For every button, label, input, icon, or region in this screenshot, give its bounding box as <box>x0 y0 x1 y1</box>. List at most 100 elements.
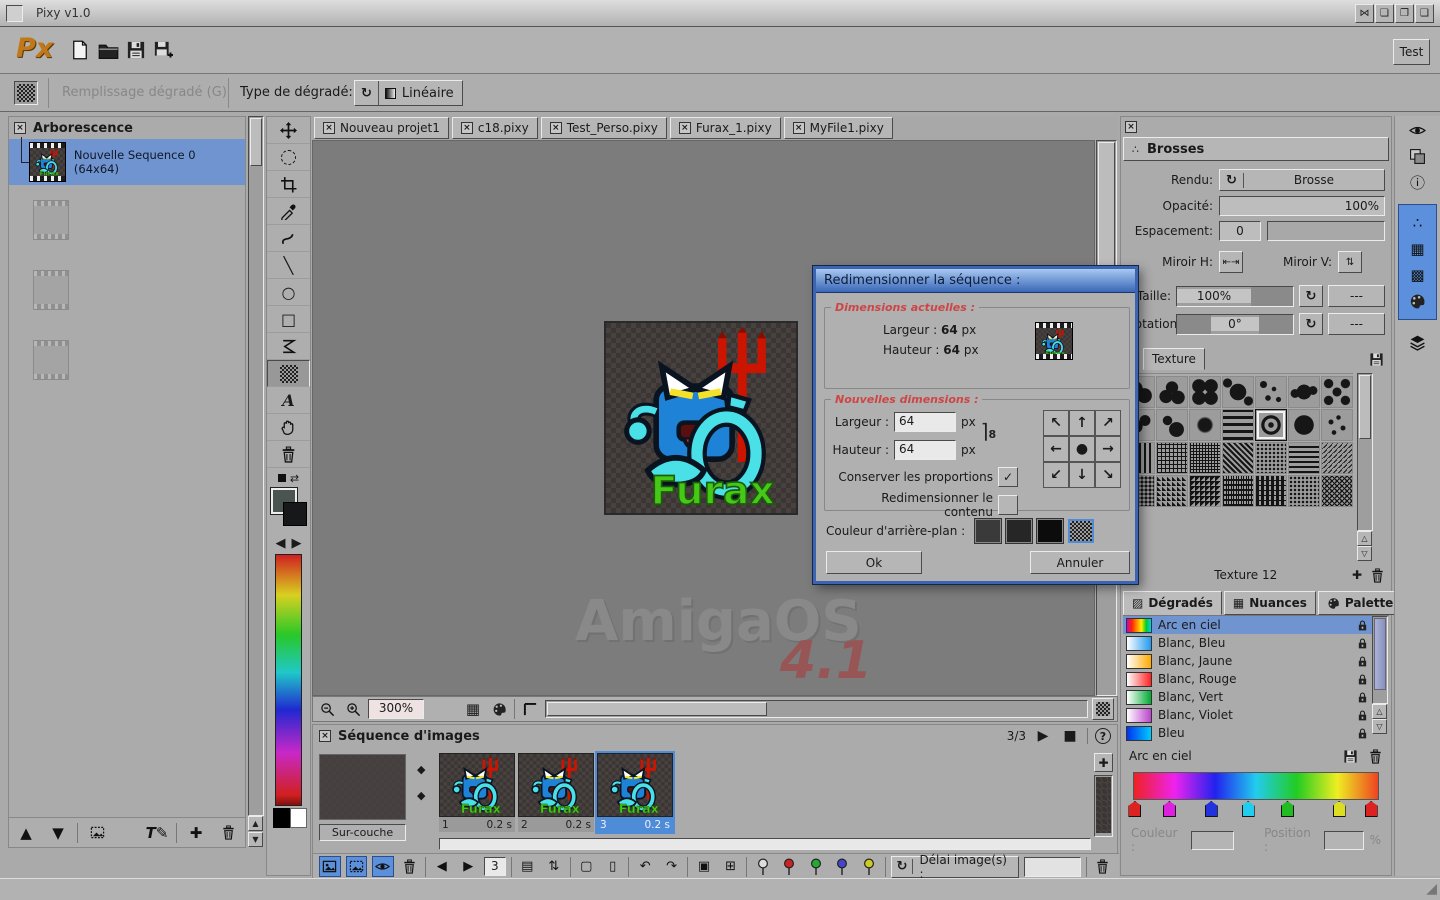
frame-2[interactable]: 20.2 s <box>518 753 594 832</box>
lock-icon[interactable] <box>1356 691 1369 704</box>
delay-input[interactable] <box>1024 857 1081 877</box>
texture-swatch-27[interactable] <box>1288 475 1320 507</box>
gradient-stop-3[interactable] <box>1242 801 1255 817</box>
link-dimensions-icon[interactable]: ⌉8 <box>981 419 996 443</box>
stop-color-field[interactable] <box>1191 831 1235 850</box>
tab-close-icon[interactable]: × <box>793 122 805 134</box>
gradient-stop-0[interactable] <box>1128 801 1141 817</box>
bg-color-swatch-3[interactable] <box>1068 519 1094 543</box>
dialog-title-bar[interactable]: Redimensionner la séquence : <box>816 269 1135 293</box>
miroir-v-checkbox[interactable]: ⇅ <box>1338 251 1362 273</box>
tree-scrollbar-thumb[interactable] <box>250 118 262 166</box>
hscroll-thumb[interactable] <box>547 702 767 716</box>
texture-swatch-13[interactable] <box>1288 409 1320 441</box>
prev-frame-button[interactable]: ◀ <box>431 856 452 877</box>
bg-color-swatch-0[interactable] <box>975 519 1001 543</box>
rendu-cycle[interactable]: ↻ Brosse <box>1219 169 1385 191</box>
gradient-item-4[interactable]: Blanc, Vert <box>1123 688 1372 706</box>
texture-swatch-16[interactable] <box>1156 442 1188 474</box>
move-tool[interactable] <box>267 117 310 144</box>
add-sequence-button[interactable]: ✚ <box>183 820 209 846</box>
anchor-cell-3[interactable]: ← <box>1043 436 1069 462</box>
delete-frame-button[interactable] <box>399 856 420 877</box>
lock-icon[interactable] <box>1356 637 1369 650</box>
tab-close-icon[interactable]: × <box>550 122 562 134</box>
rect-tool[interactable]: □ <box>267 306 310 333</box>
texture-swatch-14[interactable] <box>1321 409 1353 441</box>
texture-swatch-7[interactable] <box>1321 376 1353 408</box>
insert-frame-button[interactable]: ▤ <box>517 856 538 877</box>
stop-position-field[interactable] <box>1324 831 1364 850</box>
transparency-toggle[interactable] <box>1092 698 1114 720</box>
picker-tool[interactable] <box>267 198 310 225</box>
lock-icon[interactable] <box>1356 655 1369 668</box>
texture-panel-button[interactable]: ▦ <box>1400 237 1436 261</box>
resize-content-checkbox[interactable] <box>998 495 1018 515</box>
delay-cycle[interactable]: ↻Délai image(s) : <box>891 856 1019 878</box>
anchor-cell-8[interactable]: ↘ <box>1095 462 1121 488</box>
frame-3[interactable]: 30.2 s <box>597 753 673 832</box>
frame-step-forward-button[interactable]: ◆ <box>417 789 425 802</box>
palette-panel-button[interactable] <box>1400 289 1436 313</box>
taille-preset-button[interactable]: --- <box>1328 285 1385 307</box>
texture-swatch-25[interactable] <box>1222 475 1254 507</box>
text-tool[interactable]: A <box>267 387 310 414</box>
lock-icon[interactable] <box>1356 619 1369 632</box>
tree-scroll-up[interactable]: ▲ <box>248 816 263 831</box>
texture-tab[interactable]: Texture <box>1143 348 1205 370</box>
next-frame-button[interactable]: ▶ <box>457 856 478 877</box>
lock-icon[interactable] <box>1356 727 1369 740</box>
texture-swatch-19[interactable] <box>1255 442 1287 474</box>
texture-swatch-28[interactable] <box>1321 475 1353 507</box>
tree-item-sequence[interactable]: Nouvelle Sequence 0 (64x64) <box>9 139 245 185</box>
bg-color-swatch-2[interactable] <box>1037 519 1063 543</box>
anchor-cell-4[interactable]: ● <box>1069 436 1095 462</box>
tab-close-icon[interactable]: × <box>461 122 473 134</box>
tab-close-icon[interactable]: × <box>323 122 335 134</box>
espacement-value[interactable]: 0 <box>1219 221 1261 241</box>
texture-swatch-21[interactable] <box>1321 442 1353 474</box>
ok-button[interactable]: Ok <box>826 551 922 574</box>
gradient-stop-4[interactable] <box>1281 801 1294 817</box>
texture-swatch-5[interactable] <box>1255 376 1287 408</box>
save-as-button[interactable] <box>147 37 179 63</box>
onion-blue-pin[interactable] <box>832 856 853 877</box>
texture-scroll-down[interactable]: ▽ <box>1357 546 1372 561</box>
windows-layout-button[interactable] <box>1400 144 1436 168</box>
lock-icon[interactable] <box>1356 673 1369 686</box>
palette-prev-icon[interactable]: ◀ <box>276 536 286 551</box>
gradient-item-1[interactable]: Blanc, Bleu <box>1123 634 1372 652</box>
texture-swatch-23[interactable] <box>1156 475 1188 507</box>
texture-swatch-4[interactable] <box>1222 376 1254 408</box>
grid-toggle-icon[interactable]: ▦ <box>462 700 484 718</box>
tab-nuances[interactable]: ▦Nuances <box>1224 591 1316 615</box>
move-up-button[interactable]: ▲ <box>13 820 39 846</box>
new-width-input[interactable]: 64 <box>894 412 956 432</box>
copy-frame-button[interactable]: ▢ <box>576 856 597 877</box>
texture-swatch-11[interactable] <box>1222 409 1254 441</box>
tab-palette[interactable]: Palette <box>1318 591 1402 615</box>
tree-scrollbar[interactable] <box>248 116 264 816</box>
texture-swatch-17[interactable] <box>1189 442 1221 474</box>
zoom-level-field[interactable]: 300% <box>368 699 424 719</box>
keep-proportions-checkbox[interactable]: ✓ <box>998 467 1018 487</box>
anchor-cell-7[interactable]: ↓ <box>1069 462 1095 488</box>
gradient-type-cycle[interactable]: ↻ Linéaire <box>354 80 463 106</box>
brushes-panel-button[interactable]: ∴ <box>1400 211 1436 235</box>
gradient-fill-tool[interactable] <box>267 360 310 387</box>
white-swatch[interactable] <box>290 808 307 828</box>
export-frame-button[interactable]: ⊞ <box>720 856 741 877</box>
gradient-stop-6[interactable] <box>1365 801 1378 817</box>
rename-button[interactable]: T✎ <box>144 820 170 846</box>
select-tool[interactable] <box>267 144 310 171</box>
miroir-h-checkbox[interactable]: ⇤⇥ <box>1219 251 1243 273</box>
curve-tool[interactable] <box>267 225 310 252</box>
anchor-cell-2[interactable]: ↗ <box>1095 410 1121 436</box>
anchor-cell-5[interactable]: → <box>1095 436 1121 462</box>
zoom-in-icon[interactable] <box>342 702 364 717</box>
gradient-stop-2[interactable] <box>1205 801 1218 817</box>
sequence-vscroll-thumb[interactable] <box>1096 777 1111 833</box>
move-down-button[interactable]: ▼ <box>45 820 71 846</box>
rotation-slider[interactable]: 0° <box>1176 314 1294 335</box>
rotation-preset-button[interactable]: --- <box>1328 313 1385 335</box>
